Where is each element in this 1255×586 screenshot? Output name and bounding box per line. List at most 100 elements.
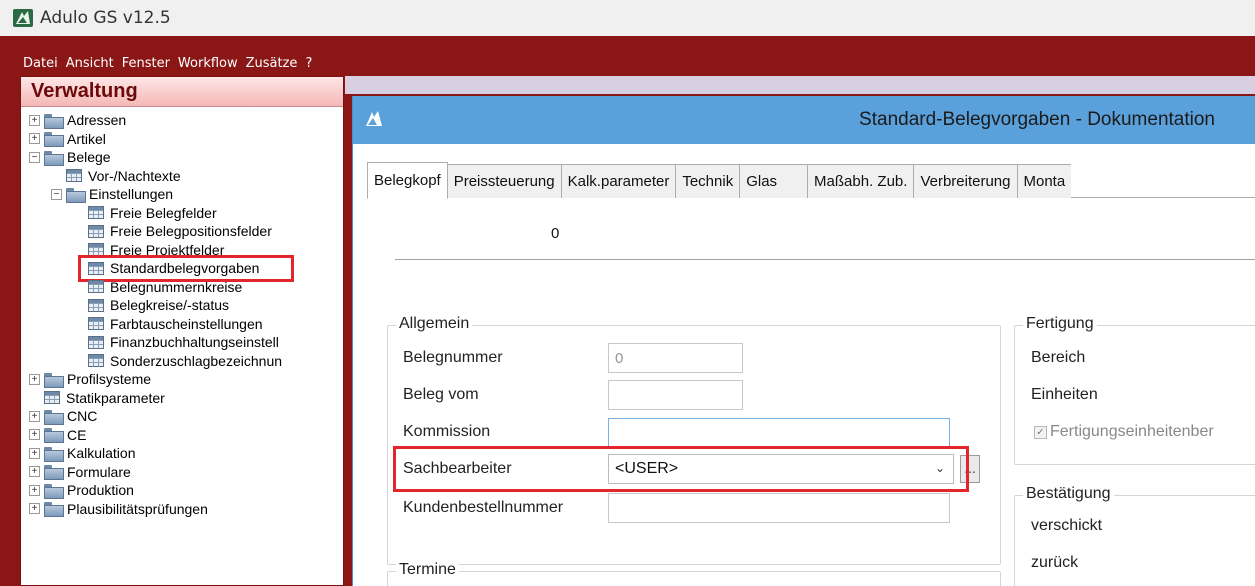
tree-item[interactable]: Belegkreise/-status xyxy=(21,296,343,315)
folder-icon xyxy=(44,502,64,518)
kundenbestellnummer-label: Kundenbestellnummer xyxy=(403,499,564,516)
tree-item[interactable]: − Einstellungen xyxy=(21,185,343,204)
beleg-vom-field[interactable] xyxy=(608,380,743,410)
tab-glas[interactable]: Glas xyxy=(739,164,809,198)
menu-bar: Datei Ansicht Fenster Workflow Zusätze ? xyxy=(20,52,1255,74)
tree-item[interactable]: + Formulare xyxy=(21,463,343,482)
menu-workflow[interactable]: Workflow xyxy=(175,56,241,71)
menu-fenster[interactable]: Fenster xyxy=(119,56,173,71)
tab-technik[interactable]: Technik xyxy=(675,164,741,198)
fertigungseinheiten-checkbox[interactable]: ✓ xyxy=(1034,426,1047,439)
tree-item-label: Formulare xyxy=(67,463,131,480)
tab-montage[interactable]: Monta xyxy=(1016,164,1072,198)
group-termine: Termine xyxy=(387,561,1001,586)
expand-icon[interactable]: + xyxy=(29,114,40,126)
folder-icon xyxy=(44,446,64,462)
tree-item[interactable]: Vor-/Nachtexte xyxy=(21,167,343,186)
table-icon xyxy=(88,224,104,238)
belegnummer-field[interactable]: 0 xyxy=(608,343,743,373)
folder-icon xyxy=(44,150,64,166)
tree-item-label: CE xyxy=(67,426,87,443)
collapse-icon[interactable]: − xyxy=(29,151,40,163)
folder-icon xyxy=(44,428,64,444)
expand-icon[interactable]: + xyxy=(29,410,40,422)
tab-massabh-zub[interactable]: Maßabh. Zub. xyxy=(807,164,915,198)
expand-icon[interactable]: + xyxy=(29,133,40,145)
expand-icon[interactable]: + xyxy=(29,466,40,478)
folder-icon xyxy=(44,465,64,481)
expand-icon[interactable]: + xyxy=(29,503,40,515)
tab-strip: Belegkopf Preissteuerung Kalk.parameter … xyxy=(367,162,1255,199)
sachbearbeiter-highlight xyxy=(393,446,969,492)
standard-belegvorgaben-dialog: Standard-Belegvorgaben - Dokumentation B… xyxy=(352,96,1255,586)
tree-item-label: Farbtauscheinstellungen xyxy=(110,315,263,332)
kommission-field[interactable] xyxy=(608,418,950,448)
fertigungseinheiten-label: Fertigungseinheitenber xyxy=(1050,423,1214,440)
tab-belegkopf[interactable]: Belegkopf xyxy=(367,162,448,199)
tab-kalk-parameter[interactable]: Kalk.parameter xyxy=(560,164,677,198)
tree-item[interactable]: Freie Belegpositionsfelder xyxy=(21,222,343,241)
tree-item[interactable]: + Kalkulation xyxy=(21,444,343,463)
tree-item[interactable]: Farbtauscheinstellungen xyxy=(21,315,343,334)
tree-item-label: Vor-/Nachtexte xyxy=(88,167,181,184)
bereich-label: Bereich xyxy=(1031,349,1086,366)
menu-ansicht[interactable]: Ansicht xyxy=(63,56,117,71)
table-icon xyxy=(88,280,104,294)
folder-icon xyxy=(44,372,64,388)
tree-item[interactable]: Standardbelegvorgaben xyxy=(21,255,343,282)
tree-item[interactable]: Sonderzuschlagbezeichnun xyxy=(21,352,343,371)
dialog-titlebar[interactable]: Standard-Belegvorgaben - Dokumentation xyxy=(353,96,1255,144)
zurueck-label: zurück xyxy=(1031,554,1079,571)
expand-icon[interactable]: + xyxy=(29,447,40,459)
tree-item-label: Freie Belegfelder xyxy=(110,204,217,221)
tree-item[interactable]: + Artikel xyxy=(21,130,343,149)
tab-verbreiterung[interactable]: Verbreiterung xyxy=(913,164,1018,198)
verwaltung-tree: + Adressen + Artikel − Belege Vor-/Nachtexte − E… xyxy=(21,107,343,518)
tree-item[interactable]: + Plausibilitätsprüfungen xyxy=(21,500,343,519)
expand-icon[interactable]: + xyxy=(29,429,40,441)
belegnummer-label: Belegnummer xyxy=(403,349,503,366)
tree-item-label: Profilsysteme xyxy=(67,371,152,388)
table-icon xyxy=(88,335,104,349)
tree-item[interactable]: − Belege xyxy=(21,148,343,167)
tree-item-label: Artikel xyxy=(67,130,106,147)
kundenbestellnummer-field[interactable] xyxy=(608,493,950,523)
folder-icon xyxy=(44,113,64,129)
table-icon xyxy=(88,354,104,368)
tree-item[interactable]: Freie Belegfelder xyxy=(21,204,343,223)
tree-item-label: Produktion xyxy=(67,482,134,499)
tree-item-label: CNC xyxy=(67,408,98,425)
verwaltung-panel: Verwaltung + Adressen + Artikel − Belege Vor-/… xyxy=(20,76,344,586)
app-title: Adulo GS v12.5 xyxy=(40,8,171,28)
expand-icon[interactable]: + xyxy=(29,484,40,496)
tree-item-label: Belege xyxy=(67,149,111,166)
group-termine-title: Termine xyxy=(396,561,459,579)
group-bestaetigung: Bestätigung xyxy=(1014,485,1255,586)
expand-icon[interactable]: + xyxy=(29,373,40,385)
group-bestaetigung-title: Bestätigung xyxy=(1023,485,1114,503)
menu-zusaetze[interactable]: Zusätze xyxy=(243,56,301,71)
tree-item[interactable]: Finanzbuchhaltungseinstell xyxy=(21,333,343,352)
tree-item[interactable]: + Produktion xyxy=(21,481,343,500)
tree-item[interactable]: + Profilsysteme xyxy=(21,370,343,389)
menu-datei[interactable]: Datei xyxy=(20,56,61,71)
collapse-icon[interactable]: − xyxy=(51,188,62,200)
einheiten-label: Einheiten xyxy=(1031,386,1098,403)
separator-line xyxy=(395,259,1255,260)
folder-icon xyxy=(66,187,86,203)
table-icon xyxy=(88,317,104,331)
verwaltung-title: Verwaltung xyxy=(21,77,343,107)
tree-item[interactable]: + CNC xyxy=(21,407,343,426)
tree-item[interactable]: + Adressen xyxy=(21,111,343,130)
tree-item-label: Belegnummernkreise xyxy=(110,278,243,295)
tree-item-label: Plausibilitätsprüfungen xyxy=(67,500,208,517)
tree-item[interactable]: Belegnummernkreise xyxy=(21,278,343,297)
tree-item[interactable]: + CE xyxy=(21,426,343,445)
table-icon xyxy=(88,206,104,220)
table-icon xyxy=(44,391,60,405)
tree-item[interactable]: Statikparameter xyxy=(21,389,343,408)
menu-help[interactable]: ? xyxy=(302,56,315,71)
header-value: 0 xyxy=(551,225,560,242)
tree-item-label: Freie Belegpositionsfelder xyxy=(110,223,272,240)
tab-preissteuerung[interactable]: Preissteuerung xyxy=(446,164,562,198)
